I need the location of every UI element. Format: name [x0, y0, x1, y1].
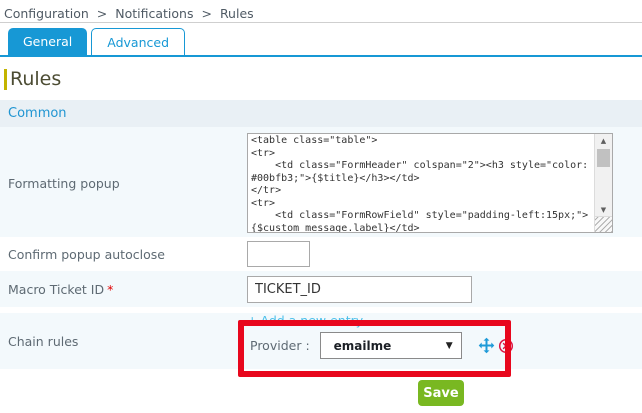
footer: Save: [0, 380, 642, 406]
provider-label: Provider :: [250, 338, 310, 353]
confirm-popup-autoclose-input[interactable]: [247, 241, 310, 267]
macro-ticket-id-label: Macro Ticket ID *: [0, 282, 247, 297]
confirm-popup-autoclose-label: Confirm popup autoclose: [0, 247, 247, 262]
tab-general[interactable]: General: [8, 28, 87, 55]
scroll-up-icon[interactable]: ▲: [595, 134, 612, 147]
breadcrumb-separator: >: [97, 6, 107, 21]
row-chain-rules: Chain rules +Add a new entry Provider : …: [0, 313, 642, 369]
section-header-common: Common: [0, 100, 642, 127]
breadcrumb: Configuration > Notifications > Rules: [0, 0, 642, 23]
plus-icon: +: [247, 313, 257, 328]
save-button[interactable]: Save: [418, 380, 464, 406]
breadcrumb-item-configuration[interactable]: Configuration: [4, 6, 89, 21]
chain-rules-label: Chain rules: [0, 313, 247, 369]
provider-entry: Provider : emailme ▼: [247, 332, 642, 359]
textarea-scrollbar[interactable]: ▲ ▼: [594, 134, 612, 232]
scrollbar-thumb[interactable]: [597, 149, 610, 167]
tab-advanced[interactable]: Advanced: [91, 28, 185, 55]
breadcrumb-separator: >: [201, 6, 211, 21]
scroll-down-icon[interactable]: ▼: [595, 203, 612, 216]
breadcrumb-item-notifications[interactable]: Notifications: [115, 6, 193, 21]
delete-circle-icon[interactable]: [498, 338, 514, 354]
provider-select[interactable]: emailme ▼: [320, 332, 462, 359]
page: Configuration > Notifications > Rules Ge…: [0, 0, 642, 413]
chevron-down-icon: ▼: [446, 341, 453, 351]
tab-bar: General Advanced: [0, 28, 642, 57]
resize-grip-icon[interactable]: [595, 216, 612, 232]
formatting-popup-code[interactable]: <table class="table"> <tr> <td class="Fo…: [248, 134, 594, 232]
scrollbar-track[interactable]: [595, 147, 612, 203]
formatting-popup-label: Formatting popup: [0, 133, 247, 233]
formatting-popup-textarea[interactable]: <table class="table"> <tr> <td class="Fo…: [247, 133, 613, 233]
row-macro-ticket-id: Macro Ticket ID *: [0, 271, 642, 307]
move-icon[interactable]: [478, 337, 495, 354]
row-formatting-popup: Formatting popup <table class="table"> <…: [0, 127, 642, 237]
row-confirm-popup-autoclose: Confirm popup autoclose: [0, 237, 642, 271]
required-asterisk: *: [107, 282, 113, 297]
provider-selected-value: emailme: [334, 339, 392, 353]
add-new-entry-text: Add a new entry: [260, 313, 363, 328]
macro-ticket-id-input[interactable]: [247, 276, 472, 303]
macro-ticket-id-label-text: Macro Ticket ID: [8, 282, 104, 297]
page-title: Rules: [4, 69, 61, 90]
breadcrumb-item-rules[interactable]: Rules: [220, 6, 254, 21]
add-new-entry-link[interactable]: +Add a new entry: [247, 313, 363, 328]
